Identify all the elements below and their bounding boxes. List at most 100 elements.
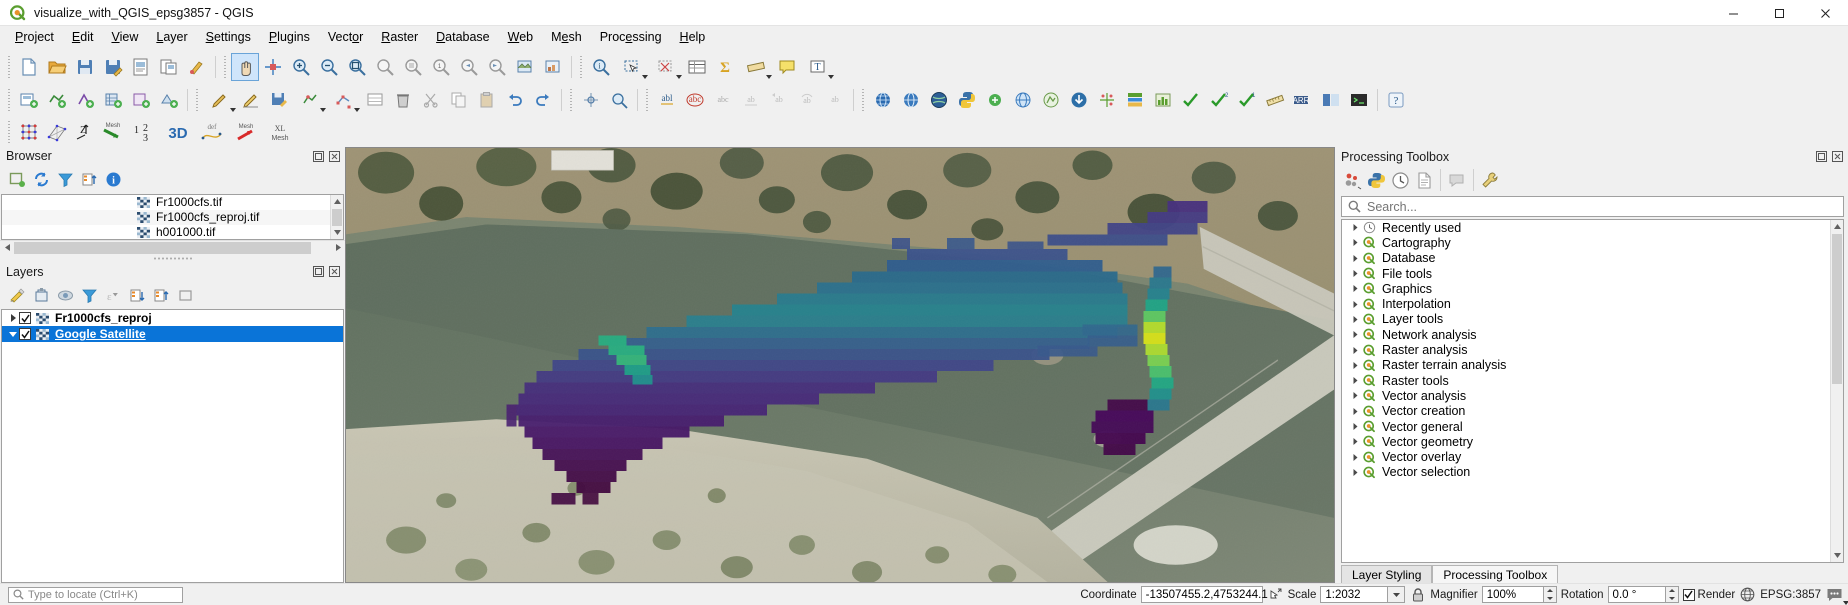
new-shapefile-layer-button[interactable] — [43, 86, 71, 114]
undo-button[interactable] — [501, 86, 529, 114]
add-selected-layers-icon[interactable] — [6, 169, 28, 191]
pan-map-button[interactable] — [231, 52, 259, 81]
processing-close-icon[interactable] — [1831, 150, 1844, 163]
delete-selected-button[interactable] — [389, 86, 417, 114]
properties-info-icon[interactable]: i — [102, 169, 124, 191]
style-manager-button[interactable] — [183, 53, 211, 81]
scale-combo[interactable]: 1:2032 — [1320, 586, 1406, 603]
chevron-right-icon[interactable] — [1348, 407, 1362, 415]
select-features-button[interactable] — [615, 53, 649, 81]
processing-tree-item[interactable]: Database — [1342, 251, 1843, 266]
pan-map-to-selection-button[interactable] — [577, 86, 605, 114]
crs-label[interactable]: EPSG:3857 — [1760, 589, 1821, 601]
browser-vertical-scrollbar[interactable] — [330, 194, 343, 240]
open-project-button[interactable] — [43, 53, 71, 81]
processing-tree-item[interactable]: Raster terrain analysis — [1342, 358, 1843, 373]
cut-features-button[interactable] — [417, 86, 445, 114]
messages-icon[interactable] — [1825, 586, 1844, 603]
scroll-up-icon[interactable] — [1831, 220, 1843, 233]
toolbar-handle[interactable] — [195, 88, 200, 111]
lock-scale-icon[interactable] — [1409, 586, 1426, 603]
add-feature-button[interactable] — [293, 86, 327, 114]
tab-layer-styling[interactable]: Layer Styling — [1341, 565, 1433, 583]
download-plugin-button[interactable] — [1065, 86, 1093, 114]
toolbar-handle[interactable] — [7, 120, 12, 143]
collapse-all-icon[interactable] — [78, 169, 100, 191]
mesh-digitize-vertices-button[interactable] — [15, 118, 43, 146]
menu-edit[interactable]: Edit — [63, 28, 103, 46]
chevron-right-icon[interactable] — [1348, 377, 1362, 385]
new-memory-layer-button[interactable] — [127, 86, 155, 114]
new-spatialite-layer-button[interactable] — [99, 86, 127, 114]
zonal-statistics-button[interactable] — [1149, 86, 1177, 114]
new-project-button[interactable] — [15, 53, 43, 81]
layer-row-1[interactable]: Google Satellite — [2, 326, 343, 342]
menu-view[interactable]: View — [102, 28, 147, 46]
zoom-last-button[interactable] — [455, 53, 483, 81]
toolbar-handle[interactable] — [7, 55, 12, 78]
menu-layer[interactable]: Layer — [147, 28, 196, 46]
toolbar-handle[interactable] — [569, 88, 574, 111]
menu-plugins[interactable]: Plugins — [260, 28, 319, 46]
zoom-to-layer-button[interactable] — [399, 53, 427, 81]
chevron-right-icon[interactable] — [1348, 468, 1362, 476]
mesh-xl-button[interactable]: XL Mesh — [263, 118, 297, 146]
scroll-up-icon[interactable] — [331, 194, 343, 208]
current-edits-button[interactable] — [203, 86, 237, 114]
rotation-step-up[interactable] — [1666, 587, 1678, 595]
comment-icon[interactable] — [1446, 169, 1468, 191]
open-data-source-manager-button[interactable] — [15, 86, 43, 114]
change-label-button[interactable]: ab — [821, 86, 849, 114]
menu-vector[interactable]: Vector — [319, 28, 372, 46]
menu-processing[interactable]: Processing — [591, 28, 671, 46]
rotation-spinbox[interactable]: 0.0 ° — [1607, 586, 1679, 603]
processing-tree-item[interactable]: Cartography — [1342, 235, 1843, 250]
toolbar-handle[interactable] — [7, 88, 12, 111]
processing-tree-item[interactable]: Vector creation — [1342, 404, 1843, 419]
chevron-right-icon[interactable] — [1348, 423, 1362, 430]
chevron-right-icon[interactable] — [1348, 270, 1362, 278]
menu-settings[interactable]: Settings — [197, 28, 260, 46]
new-print-layout-button[interactable] — [127, 53, 155, 81]
menu-web[interactable]: Web — [499, 28, 542, 46]
magnifier-step-down[interactable] — [1544, 595, 1556, 603]
processing-tree-item[interactable]: Raster analysis — [1342, 342, 1843, 357]
processing-tree-item[interactable]: Raster tools — [1342, 373, 1843, 388]
browser-item-0[interactable]: Fr1000cfs.tif — [2, 195, 343, 210]
map-tips-button[interactable] — [605, 86, 633, 114]
pan-to-selection-button[interactable] — [259, 53, 287, 81]
rotation-value-field[interactable]: 0.0 ° — [1607, 586, 1666, 603]
scroll-down-icon[interactable] — [331, 226, 343, 240]
chevron-right-icon[interactable] — [1348, 300, 1362, 308]
processing-toolbox-toggle-button[interactable] — [1317, 86, 1345, 114]
plugin-manager-button[interactable] — [981, 86, 1009, 114]
chevron-right-icon[interactable] — [1348, 392, 1362, 400]
minimize-button[interactable] — [1710, 0, 1756, 26]
save-project-as-button[interactable] — [99, 53, 127, 81]
browser-close-icon[interactable] — [328, 150, 341, 163]
chevron-right-icon[interactable] — [1348, 224, 1362, 232]
toolbar-handle[interactable] — [223, 55, 228, 78]
zoom-to-selection-button[interactable] — [371, 53, 399, 81]
layer-row-0[interactable]: Fr1000cfs_reproj — [2, 310, 343, 326]
geometry-checker-button[interactable]: 1 — [1233, 86, 1261, 114]
render-toggle[interactable]: Render — [1682, 588, 1735, 601]
rotation-step-down[interactable] — [1666, 595, 1678, 603]
paste-features-button[interactable] — [473, 86, 501, 114]
openlayers-plugin-button[interactable] — [897, 86, 925, 114]
python-console-button[interactable] — [953, 86, 981, 114]
scale-value-field[interactable]: 1:2032 — [1320, 586, 1389, 603]
locator-search-field[interactable]: Type to locate (Ctrl+K) — [8, 586, 183, 603]
filter-legend-by-expression-icon[interactable]: ε — [102, 284, 124, 306]
chevron-right-icon[interactable] — [1348, 239, 1362, 247]
chevron-right-icon[interactable] — [1348, 254, 1362, 262]
raster-calculator-button[interactable] — [1121, 86, 1149, 114]
identify-features-button[interactable]: i — [587, 53, 615, 81]
processing-tree-item[interactable]: Vector general — [1342, 419, 1843, 434]
layer-visibility-checkbox[interactable] — [19, 312, 31, 324]
mesh-red-arrow-button[interactable]: Mesh — [229, 118, 263, 146]
globe-plugin-button[interactable] — [925, 86, 953, 114]
processing-tree-item[interactable]: Graphics — [1342, 281, 1843, 296]
new-text-annotation-button[interactable]: T — [801, 53, 835, 81]
browser-item-2[interactable]: h001000.tif — [2, 225, 343, 240]
